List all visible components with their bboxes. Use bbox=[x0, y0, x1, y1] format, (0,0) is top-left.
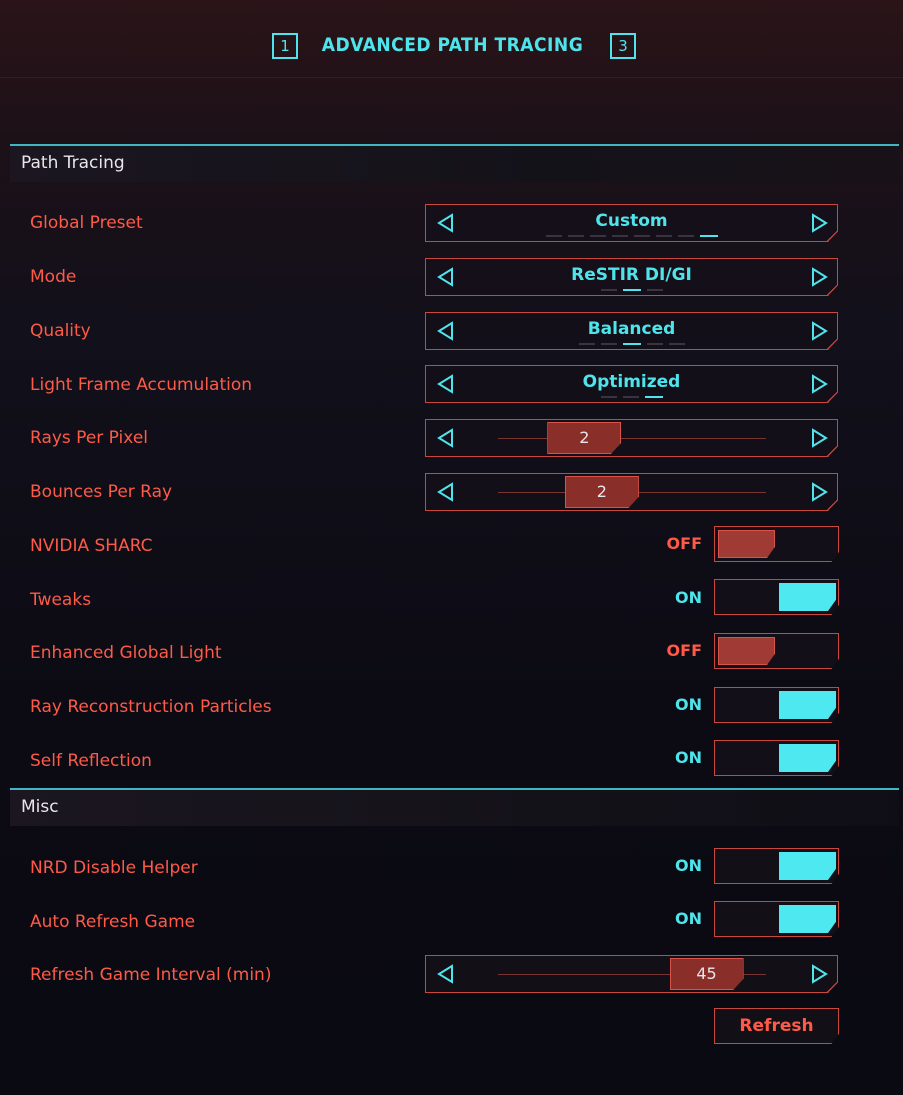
option-dot bbox=[668, 343, 685, 345]
mode-label: Mode bbox=[30, 267, 77, 287]
prev-tab-key[interactable]: 1 bbox=[272, 33, 298, 59]
option-dot bbox=[622, 289, 641, 291]
bounces-per-ray-slider[interactable]: 2 bbox=[425, 473, 838, 511]
arrow-left-icon[interactable] bbox=[436, 213, 456, 233]
quality-value: Balanced bbox=[587, 319, 676, 339]
light-frame-accumulation-value: Optimized bbox=[582, 372, 681, 392]
refresh-button[interactable]: Refresh bbox=[714, 1008, 839, 1044]
enhanced-global-light-label: Enhanced Global Light bbox=[30, 643, 222, 663]
bounces-per-ray-label: Bounces Per Ray bbox=[30, 482, 173, 502]
option-dot bbox=[655, 235, 672, 237]
light-frame-accumulation-label: Light Frame Accumulation bbox=[30, 375, 253, 395]
nvidia-sharc-state: OFF bbox=[666, 534, 702, 553]
arrow-left-icon[interactable] bbox=[436, 964, 456, 984]
rays-per-pixel-slider[interactable]: 2 bbox=[425, 419, 838, 457]
option-indicator bbox=[426, 396, 837, 398]
slider-track[interactable] bbox=[498, 438, 766, 439]
arrow-right-icon[interactable] bbox=[809, 267, 829, 287]
tweaks-label: Tweaks bbox=[30, 590, 92, 610]
header-bar: 1 ADVANCED PATH TRACING 3 bbox=[0, 0, 903, 78]
option-dot bbox=[578, 343, 595, 345]
refresh-game-interval-label: Refresh Game Interval (min) bbox=[30, 965, 272, 985]
next-tab-key[interactable]: 3 bbox=[610, 33, 636, 59]
option-dot bbox=[633, 235, 650, 237]
page-title: ADVANCED PATH TRACING bbox=[321, 34, 584, 56]
nrd-disable-helper-toggle[interactable] bbox=[714, 848, 839, 884]
arrow-right-icon[interactable] bbox=[809, 213, 829, 233]
arrow-right-icon[interactable] bbox=[809, 321, 829, 341]
tweaks-toggle[interactable] bbox=[714, 579, 839, 615]
toggle-knob[interactable] bbox=[779, 744, 836, 772]
ray-reconstruction-particles-state: ON bbox=[675, 695, 702, 714]
option-dot bbox=[567, 235, 584, 237]
option-dot bbox=[646, 343, 663, 345]
ray-reconstruction-particles-toggle[interactable] bbox=[714, 687, 839, 723]
rays-per-pixel-label: Rays Per Pixel bbox=[30, 428, 148, 448]
toggle-knob[interactable] bbox=[779, 583, 836, 611]
ray-reconstruction-particles-label: Ray Reconstruction Particles bbox=[30, 697, 272, 717]
slider-thumb[interactable]: 2 bbox=[564, 476, 639, 508]
option-dot bbox=[622, 396, 639, 398]
nvidia-sharc-toggle[interactable] bbox=[714, 526, 839, 562]
option-indicator bbox=[426, 289, 837, 291]
slider-thumb[interactable]: 45 bbox=[669, 958, 744, 990]
quality-selector[interactable]: Balanced bbox=[425, 312, 838, 350]
auto-refresh-game-label: Auto Refresh Game bbox=[30, 912, 196, 932]
option-indicator bbox=[426, 343, 837, 345]
option-dot bbox=[600, 396, 617, 398]
tweaks-state: ON bbox=[675, 588, 702, 607]
toggle-knob[interactable] bbox=[779, 691, 836, 719]
self-reflection-toggle[interactable] bbox=[714, 740, 839, 776]
global-preset-label: Global Preset bbox=[30, 213, 143, 233]
option-indicator bbox=[426, 235, 837, 237]
arrow-left-icon[interactable] bbox=[436, 482, 456, 502]
arrow-left-icon[interactable] bbox=[436, 374, 456, 394]
self-reflection-state: ON bbox=[675, 748, 702, 767]
toggle-knob[interactable] bbox=[718, 530, 775, 558]
enhanced-global-light-toggle[interactable] bbox=[714, 633, 839, 669]
arrow-left-icon[interactable] bbox=[436, 267, 456, 287]
toggle-knob[interactable] bbox=[718, 637, 775, 665]
arrow-left-icon[interactable] bbox=[436, 428, 456, 448]
option-dot bbox=[677, 235, 694, 237]
refresh-game-interval-slider[interactable]: 45 bbox=[425, 955, 838, 993]
section-header-path-tracing: Path Tracing bbox=[10, 146, 899, 182]
toggle-knob[interactable] bbox=[779, 852, 836, 880]
enhanced-global-light-state: OFF bbox=[666, 641, 702, 660]
mode-value: ReSTIR DI/GI bbox=[571, 265, 692, 285]
option-dot bbox=[545, 235, 562, 237]
option-dot bbox=[699, 235, 718, 237]
global-preset-selector[interactable]: Custom bbox=[425, 204, 838, 242]
arrow-right-icon[interactable] bbox=[809, 428, 829, 448]
self-reflection-label: Self Reflection bbox=[30, 751, 152, 771]
nrd-disable-helper-state: ON bbox=[675, 856, 702, 875]
auto-refresh-game-toggle[interactable] bbox=[714, 901, 839, 937]
light-frame-accumulation-selector[interactable]: Optimized bbox=[425, 365, 838, 403]
option-dot bbox=[622, 343, 641, 345]
section-header-misc: Misc bbox=[10, 790, 899, 826]
slider-thumb[interactable]: 2 bbox=[547, 422, 622, 454]
toggle-knob[interactable] bbox=[779, 905, 836, 933]
global-preset-value: Custom bbox=[595, 211, 668, 231]
quality-label: Quality bbox=[30, 321, 91, 341]
auto-refresh-game-state: ON bbox=[675, 909, 702, 928]
nrd-disable-helper-label: NRD Disable Helper bbox=[30, 858, 198, 878]
mode-selector[interactable]: ReSTIR DI/GI bbox=[425, 258, 838, 296]
option-dot bbox=[644, 396, 663, 398]
arrow-right-icon[interactable] bbox=[809, 482, 829, 502]
arrow-right-icon[interactable] bbox=[809, 964, 829, 984]
option-dot bbox=[611, 235, 628, 237]
option-dot bbox=[600, 343, 617, 345]
option-dot bbox=[589, 235, 606, 237]
arrow-right-icon[interactable] bbox=[809, 374, 829, 394]
option-dot bbox=[646, 289, 663, 291]
nvidia-sharc-label: NVIDIA SHARC bbox=[30, 536, 153, 556]
arrow-left-icon[interactable] bbox=[436, 321, 456, 341]
option-dot bbox=[600, 289, 617, 291]
